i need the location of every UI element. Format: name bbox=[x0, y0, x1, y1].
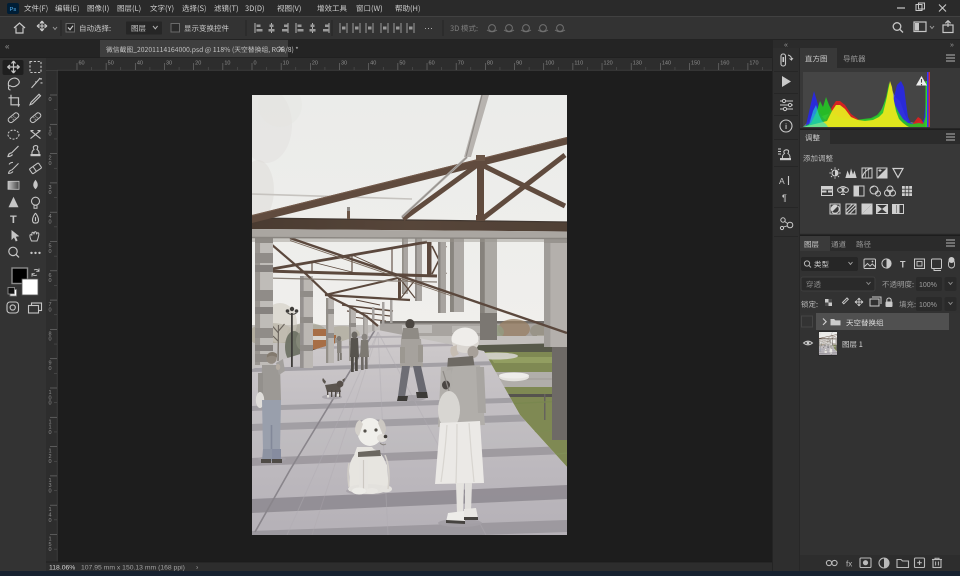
svg-text:130: 130 bbox=[633, 61, 642, 67]
svg-text:60: 60 bbox=[429, 61, 435, 67]
svg-text:70: 70 bbox=[458, 61, 464, 67]
svg-text:0: 0 bbox=[49, 190, 52, 196]
svg-text:0: 0 bbox=[49, 278, 52, 284]
svg-text:30: 30 bbox=[341, 61, 347, 67]
svg-text:«: « bbox=[5, 42, 10, 51]
svg-text:118.06%: 118.06% bbox=[49, 565, 75, 572]
svg-text:«: « bbox=[784, 42, 788, 49]
svg-text:170: 170 bbox=[749, 61, 758, 67]
svg-text:100: 100 bbox=[545, 61, 554, 67]
svg-text:20: 20 bbox=[195, 61, 201, 67]
svg-text:»: » bbox=[950, 42, 954, 49]
svg-text:160: 160 bbox=[720, 61, 729, 67]
svg-text:0: 0 bbox=[49, 518, 52, 524]
svg-text:0: 0 bbox=[254, 61, 257, 67]
svg-text:50: 50 bbox=[108, 61, 114, 67]
svg-text:150: 150 bbox=[691, 61, 700, 67]
svg-text:fx: fx bbox=[846, 560, 852, 569]
svg-text:107.95 mm x 150.13 mm (168 ppi: 107.95 mm x 150.13 mm (168 ppi) bbox=[81, 565, 185, 572]
svg-text:0: 0 bbox=[49, 401, 52, 407]
svg-text:110: 110 bbox=[574, 61, 583, 67]
svg-text:140: 140 bbox=[662, 61, 671, 67]
svg-text:A: A bbox=[779, 176, 785, 186]
svg-text:30: 30 bbox=[166, 61, 172, 67]
svg-text:10: 10 bbox=[224, 61, 230, 67]
svg-text:0: 0 bbox=[49, 489, 52, 495]
svg-text:0: 0 bbox=[49, 430, 52, 436]
svg-text:40: 40 bbox=[370, 61, 376, 67]
svg-text:100%: 100% bbox=[919, 302, 937, 309]
svg-text:0: 0 bbox=[49, 161, 52, 167]
svg-text:0: 0 bbox=[49, 459, 52, 465]
svg-text:100%: 100% bbox=[919, 282, 937, 289]
svg-text:50: 50 bbox=[399, 61, 405, 67]
svg-text:0: 0 bbox=[49, 337, 52, 343]
svg-text:0: 0 bbox=[49, 249, 52, 255]
svg-text:Ps: Ps bbox=[10, 7, 17, 13]
svg-text:40: 40 bbox=[137, 61, 143, 67]
svg-text:0: 0 bbox=[49, 366, 52, 372]
svg-text:i: i bbox=[785, 122, 787, 131]
svg-text:0: 0 bbox=[49, 307, 52, 313]
svg-text:0: 0 bbox=[49, 97, 52, 103]
svg-text:T: T bbox=[900, 260, 906, 270]
svg-text:90: 90 bbox=[516, 61, 522, 67]
svg-text:60: 60 bbox=[78, 61, 84, 67]
svg-text:80: 80 bbox=[487, 61, 493, 67]
svg-text:120: 120 bbox=[604, 61, 613, 67]
svg-text:···: ··· bbox=[424, 23, 433, 33]
svg-text:¶: ¶ bbox=[782, 193, 787, 203]
svg-text:20: 20 bbox=[312, 61, 318, 67]
svg-text:0: 0 bbox=[49, 220, 52, 226]
svg-text:0: 0 bbox=[49, 547, 52, 553]
svg-text:0: 0 bbox=[49, 132, 52, 138]
svg-text:T: T bbox=[10, 214, 17, 226]
svg-text:10: 10 bbox=[283, 61, 289, 67]
